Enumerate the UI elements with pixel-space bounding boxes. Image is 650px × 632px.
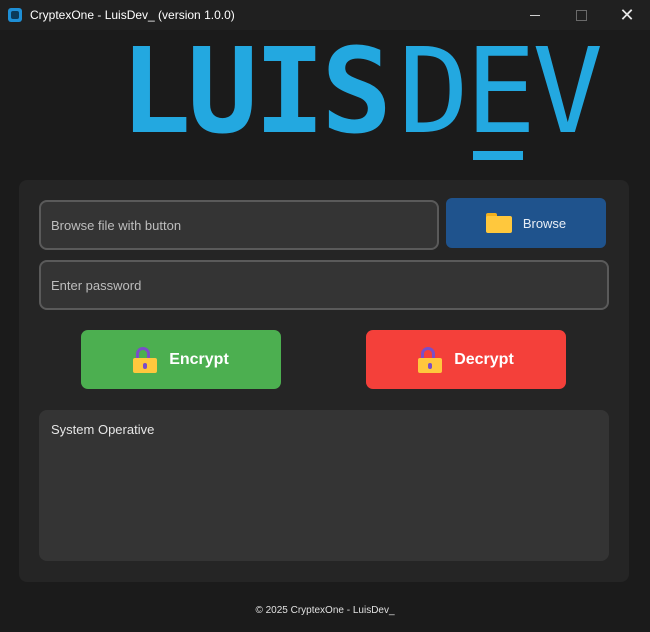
decrypt-button[interactable]: Decrypt [366,330,566,389]
file-path-input[interactable]: Browse file with button [39,200,439,250]
encrypt-button[interactable]: Encrypt [81,330,281,389]
decrypt-button-label: Decrypt [454,350,514,368]
status-log[interactable]: System Operative [39,410,609,561]
status-text: System Operative [51,422,155,437]
window-title: CryptexOne - LuisDev_ (version 1.0.0) [30,8,235,22]
close-button[interactable]: ✕ [604,0,650,30]
minimize-icon [530,14,540,16]
browse-button[interactable]: Browse [446,198,606,248]
maximize-icon [575,9,587,21]
logo-text: LUISDEV [120,32,603,150]
folder-icon [485,213,512,233]
encrypt-button-label: Encrypt [169,350,229,368]
logo-light-text: DEV [398,22,603,160]
password-input[interactable]: Enter password [39,260,609,310]
logo: LUISDEV [0,32,650,166]
lock-icon [133,346,158,373]
lock-icon [418,346,443,373]
browse-button-label: Browse [522,215,567,231]
main-panel: Browse file with button Browse Enter pas… [19,180,629,582]
app-icon [8,8,22,22]
logo-underscore [473,151,523,160]
logo-bold-text: LUIS [120,22,392,160]
footer: © 2025 CryptexOne - LuisDev_ [255,605,395,616]
